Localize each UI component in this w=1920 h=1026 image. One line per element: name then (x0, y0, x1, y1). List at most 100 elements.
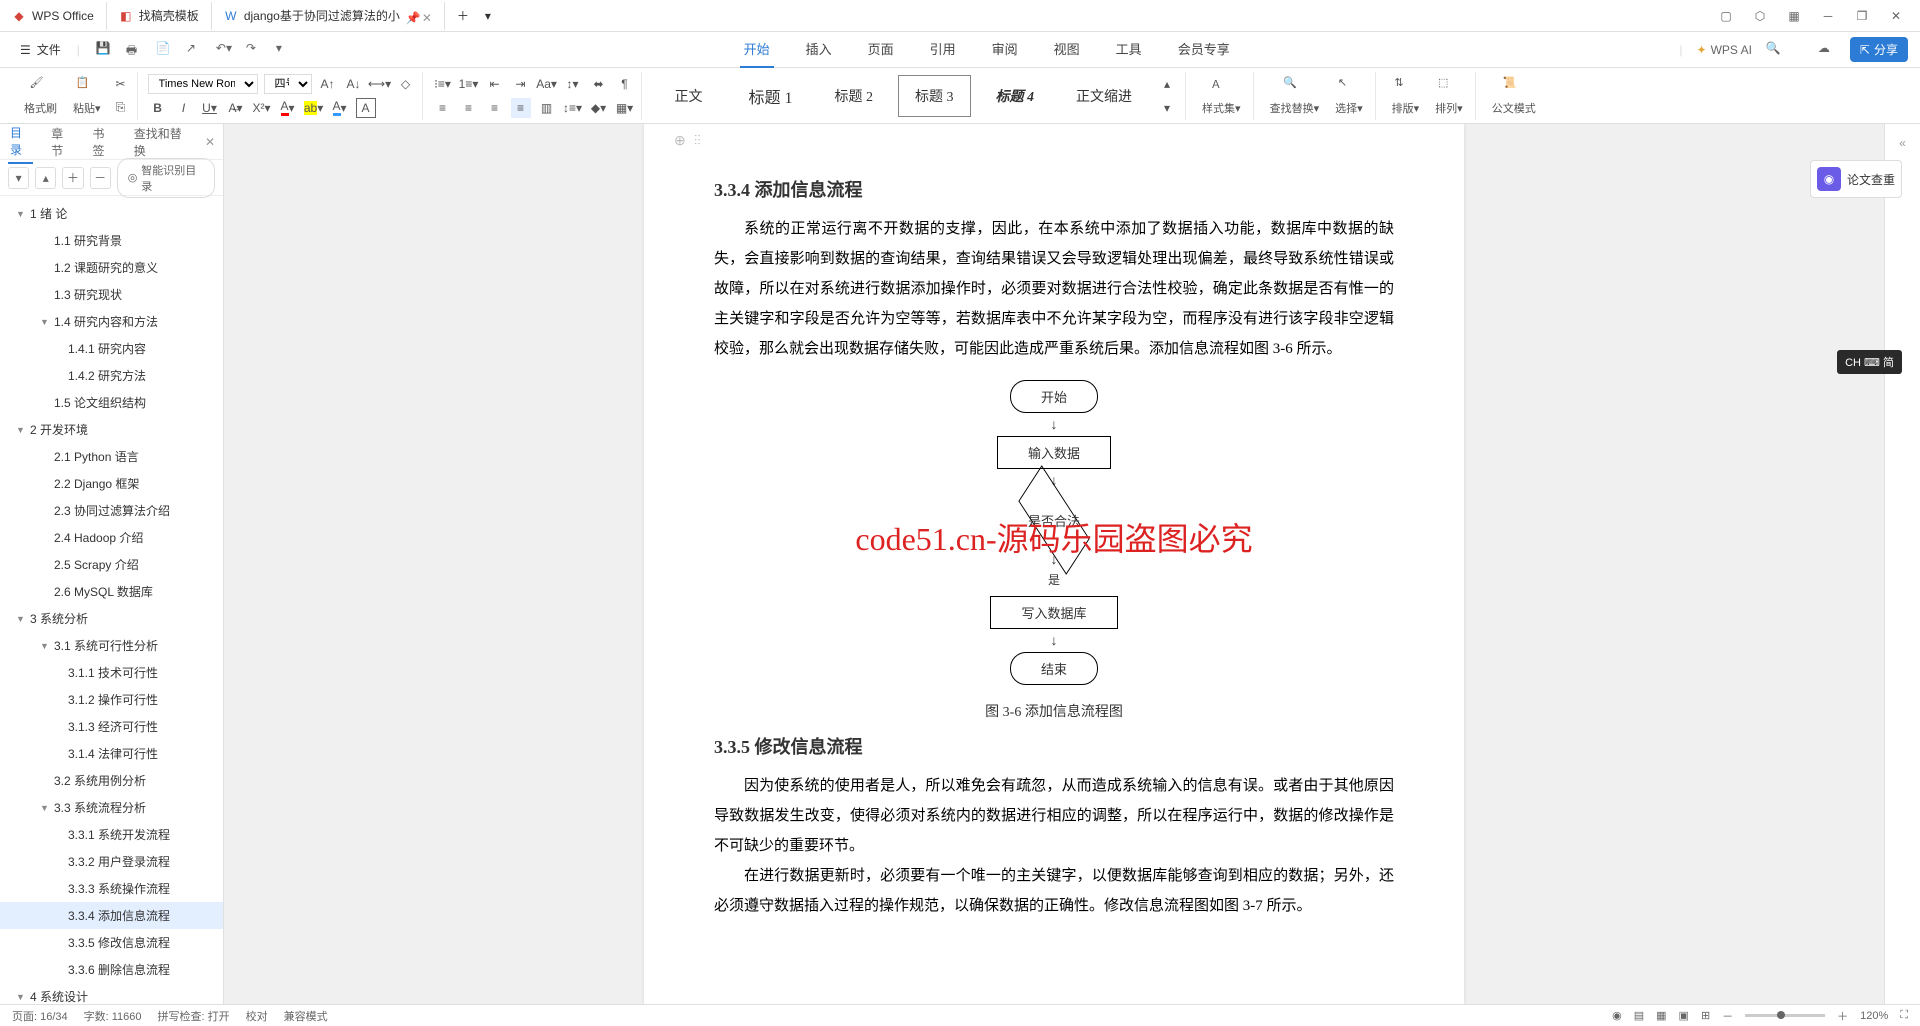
spacing-icon[interactable]: ↕▾ (563, 74, 583, 94)
arrange-button[interactable]: ⬚排列▾ (1429, 76, 1469, 116)
status-page[interactable]: 页面: 16/34 (12, 1008, 68, 1024)
maximize-icon[interactable]: ❐ (1854, 8, 1870, 24)
add-icon[interactable]: ＋ (62, 167, 83, 189)
toc-item-1[interactable]: ▼1 绪 论 (0, 200, 223, 227)
print-icon[interactable]: 🖶 (126, 41, 144, 59)
indent-inc-icon[interactable]: ⇥ (511, 74, 531, 94)
window-icon-1[interactable]: ▢ (1718, 8, 1734, 24)
official-button[interactable]: 📜公文模式 (1486, 76, 1542, 116)
underline-icon[interactable]: U▾ (200, 98, 220, 118)
toc-item-1.3[interactable]: 1.3 研究现状 (0, 281, 223, 308)
style-down-icon[interactable]: ▾ (1157, 98, 1177, 118)
toc-item-3.3.3[interactable]: 3.3.3 系统操作流程 (0, 875, 223, 902)
toc-item-2.3[interactable]: 2.3 协同过滤算法介绍 (0, 497, 223, 524)
expand-icon[interactable]: ▾ (8, 167, 29, 189)
toc-item-3.1.1[interactable]: 3.1.1 技术可行性 (0, 659, 223, 686)
style-h3[interactable]: 标题 3 (898, 75, 971, 117)
menu-tab-start[interactable]: 开始 (740, 31, 774, 68)
font-select[interactable]: Times New Roma (148, 74, 258, 94)
smart-toc-button[interactable]: ◎智能识别目录 (117, 158, 215, 198)
style-h2[interactable]: 标题 2 (818, 75, 891, 117)
toc-item-3.3.6[interactable]: 3.3.6 删除信息流程 (0, 956, 223, 983)
paste-button[interactable]: 📋粘贴▾ (67, 76, 107, 116)
toc-item-4[interactable]: ▼4 系统设计 (0, 983, 223, 1004)
minimize-icon[interactable]: ─ (1820, 8, 1836, 24)
case-icon[interactable]: Aa▾ (537, 74, 557, 94)
char-spacing-icon[interactable]: ⟷▾ (370, 74, 390, 94)
document-area[interactable]: ⊕⫶⫶ 3.3.4 添加信息流程 系统的正常运行离不开数据的支撑，因此，在本系统… (224, 124, 1884, 1004)
fit-icon[interactable]: ⛶ (1900, 1009, 1908, 1022)
ime-indicator[interactable]: CH ⌨ 简 (1837, 350, 1902, 374)
status-view5-icon[interactable]: ⊞ (1701, 1009, 1710, 1022)
close-panel-icon[interactable]: ✕ (205, 135, 215, 149)
pin-icon[interactable]: 📌 (406, 11, 416, 21)
italic-icon[interactable]: I (174, 98, 194, 118)
font-shrink-icon[interactable]: A↓ (344, 74, 364, 94)
side-tab-chapter[interactable]: 章节 (49, 121, 74, 163)
align-right-icon[interactable]: ≡ (485, 98, 505, 118)
menu-tab-member[interactable]: 会员专享 (1174, 31, 1234, 68)
status-view1-icon[interactable]: ◉ (1612, 1009, 1622, 1022)
status-words[interactable]: 字数: 11660 (84, 1008, 142, 1024)
status-view4-icon[interactable]: ▣ (1679, 1009, 1689, 1022)
search-icon[interactable]: 🔍 (1766, 41, 1784, 59)
fill-icon[interactable]: ◆▾ (589, 98, 609, 118)
toc-item-2.5[interactable]: 2.5 Scrapy 介绍 (0, 551, 223, 578)
style-set-button[interactable]: Ａ样式集▾ (1196, 76, 1247, 116)
style-h4[interactable]: 标题 4 (979, 75, 1052, 117)
format-brush-button[interactable]: 🖌格式刷 (18, 76, 63, 116)
rail-toggle-icon[interactable]: « (1899, 136, 1906, 150)
status-view3-icon[interactable]: ▦ (1656, 1009, 1666, 1022)
toc-item-3.1[interactable]: ▼3.1 系统可行性分析 (0, 632, 223, 659)
menu-tab-insert[interactable]: 插入 (802, 31, 836, 68)
highlight-icon[interactable]: ab▾ (304, 98, 324, 118)
zoom-slider[interactable] (1745, 1014, 1825, 1017)
bold-icon[interactable]: B (148, 98, 168, 118)
indent-dec-icon[interactable]: ⇤ (485, 74, 505, 94)
superscript-icon[interactable]: X²▾ (252, 98, 272, 118)
undo-icon[interactable]: ↶▾ (216, 41, 234, 59)
toc-item-3.3.5[interactable]: 3.3.5 修改信息流程 (0, 929, 223, 956)
copy-icon[interactable]: ⎘ (111, 98, 131, 118)
toc-item-3.3.1[interactable]: 3.3.1 系统开发流程 (0, 821, 223, 848)
cloud-icon[interactable]: ☁ (1818, 41, 1836, 59)
toc-item-2[interactable]: ▼2 开发环境 (0, 416, 223, 443)
menu-tab-reference[interactable]: 引用 (926, 31, 960, 68)
new-tab-button[interactable]: ＋ (445, 2, 481, 30)
toc-item-2.2[interactable]: 2.2 Django 框架 (0, 470, 223, 497)
wps-ai-button[interactable]: ✦WPS AI (1697, 43, 1752, 57)
strike-icon[interactable]: A̶▾ (226, 98, 246, 118)
toc-item-3[interactable]: ▼3 系统分析 (0, 605, 223, 632)
select-button[interactable]: ↖选择▾ (1329, 76, 1369, 116)
tab-template[interactable]: ◧找稿壳模板 (107, 2, 212, 30)
zoom-value[interactable]: 120% (1860, 1010, 1888, 1022)
bullets-icon[interactable]: ⁝≡▾ (433, 74, 453, 94)
tab-list-button[interactable]: ▾ (481, 2, 495, 30)
toc-item-3.2[interactable]: 3.2 系统用例分析 (0, 767, 223, 794)
remove-icon[interactable]: － (90, 167, 111, 189)
menu-tab-view[interactable]: 视图 (1050, 31, 1084, 68)
side-tab-bookmark[interactable]: 书签 (91, 121, 116, 163)
align-left-icon[interactable]: ≡ (433, 98, 453, 118)
char-border-icon[interactable]: A (356, 98, 376, 118)
cut-icon[interactable]: ✂ (111, 74, 131, 94)
save-icon[interactable]: 💾 (96, 41, 114, 59)
toc-item-2.6[interactable]: 2.6 MySQL 数据库 (0, 578, 223, 605)
toc-item-1.1[interactable]: 1.1 研究背景 (0, 227, 223, 254)
toc-item-3.1.4[interactable]: 3.1.4 法律可行性 (0, 740, 223, 767)
export-icon[interactable]: ↗ (186, 41, 204, 59)
borders-icon[interactable]: ▦▾ (615, 98, 635, 118)
toc-item-1.4[interactable]: ▼1.4 研究内容和方法 (0, 308, 223, 335)
move-up-icon[interactable]: ▴ (35, 167, 56, 189)
toc-item-1.5[interactable]: 1.5 论文组织结构 (0, 389, 223, 416)
show-marks-icon[interactable]: ¶ (615, 74, 635, 94)
toc-item-1.4.2[interactable]: 1.4.2 研究方法 (0, 362, 223, 389)
toc-item-2.4[interactable]: 2.4 Hadoop 介绍 (0, 524, 223, 551)
zoom-out-icon[interactable]: － (1722, 1008, 1733, 1024)
toc-item-3.3.2[interactable]: 3.3.2 用户登录流程 (0, 848, 223, 875)
preview-icon[interactable]: 📄 (156, 41, 174, 59)
align-center-icon[interactable]: ≡ (459, 98, 479, 118)
style-normal[interactable]: 正文 (654, 75, 724, 117)
menu-tab-tools[interactable]: 工具 (1112, 31, 1146, 68)
sort-button[interactable]: ⇅排版▾ (1386, 76, 1426, 116)
